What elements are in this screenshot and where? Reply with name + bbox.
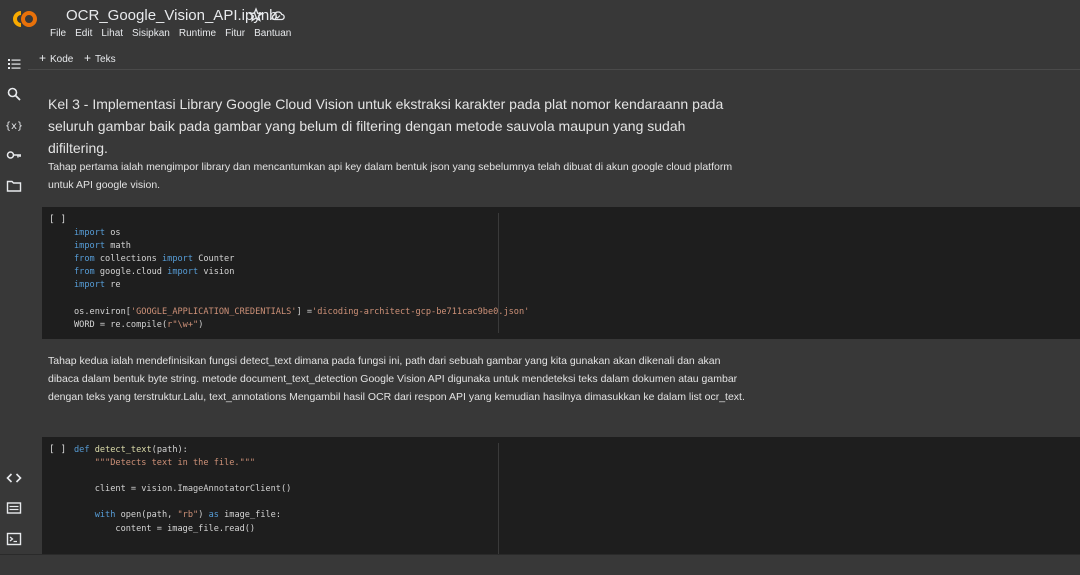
heading-text-cell[interactable]: Kel 3 - Implementasi Library Google Clou… [48,93,748,159]
terminal-icon[interactable] [6,531,22,547]
notebook-area: Kel 3 - Implementasi Library Google Clou… [28,70,1080,554]
text-cell-1[interactable]: Tahap pertama ialah mengimpor library da… [48,158,748,194]
code-editor-2[interactable]: def detect_text(path): """Detects text i… [74,444,291,536]
run-cell-button[interactable]: [ ] [49,214,66,225]
key-icon[interactable] [6,147,22,163]
header-bar: OCR_Google_Vision_API.ipynb File Edit Li… [0,0,1080,44]
add-text-button[interactable]: + Teks [84,51,116,65]
add-code-label: Kode [50,54,74,65]
notebook-toolbar: + Kode + Teks [28,44,1080,70]
code-cell-2[interactable]: [ ] def detect_text(path): """Detects te… [42,437,1080,554]
add-code-button[interactable]: + Kode [39,51,73,65]
svg-text:{x}: {x} [6,121,22,132]
search-icon[interactable] [6,86,22,102]
menu-file[interactable]: File [50,28,66,39]
plus-icon: + [84,51,92,65]
star-icon[interactable] [248,7,264,23]
menu-tools[interactable]: Fitur [225,28,245,39]
menu-edit[interactable]: Edit [75,28,92,39]
menu-bar: File Edit Lihat Sisipkan Runtime Fitur B… [50,28,291,39]
code-snippets-icon[interactable] [6,470,22,486]
run-cell-button[interactable]: [ ] [49,444,66,455]
line-length-ruler [498,443,499,554]
add-text-label: Teks [95,54,116,65]
text-cell-2[interactable]: Tahap kedua ialah mendefinisikan fungsi … [48,352,748,406]
notebook-title[interactable]: OCR_Google_Vision_API.ipynb [66,7,278,24]
menu-runtime[interactable]: Runtime [179,28,216,39]
cloud-save-icon[interactable] [270,7,286,23]
left-sidebar: {x} [0,44,28,574]
title-actions [248,7,286,23]
code-cell-1[interactable]: [ ] import os import math from collectio… [42,207,1080,339]
status-bar [0,554,1080,575]
colab-logo[interactable] [10,8,40,30]
menu-view[interactable]: Lihat [101,28,123,39]
plus-icon: + [39,51,47,65]
menu-help[interactable]: Bantuan [254,28,291,39]
variables-icon[interactable]: {x} [6,117,22,133]
toc-icon[interactable] [6,56,22,72]
code-editor-1[interactable]: import os import math from collections i… [74,227,529,332]
command-palette-icon[interactable] [6,500,22,516]
menu-insert[interactable]: Sisipkan [132,28,170,39]
folder-icon[interactable] [6,178,22,194]
